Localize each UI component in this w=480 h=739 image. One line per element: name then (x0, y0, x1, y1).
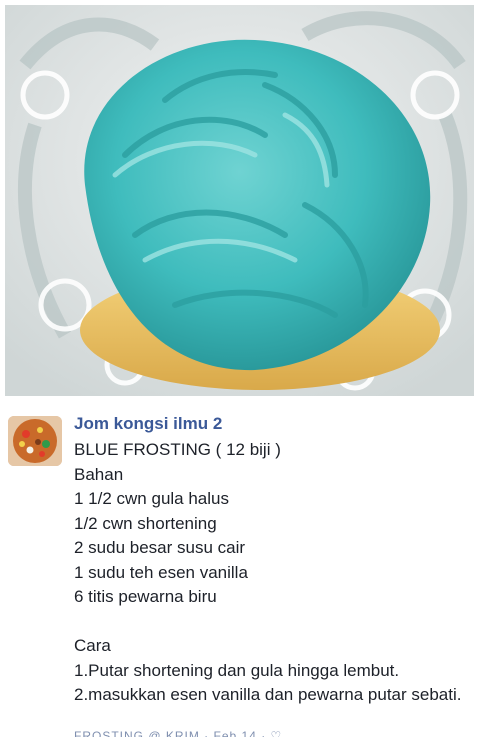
method-step: 1.Putar shortening dan gula hingga lembu… (74, 660, 400, 680)
facebook-post: Jom kongsi ilmu 2 BLUE FROSTING ( 12 bij… (0, 396, 480, 739)
ingredient-line: 6 titis pewarna biru (74, 587, 217, 606)
ingredient-line: 1 1/2 cwn gula halus (74, 489, 229, 508)
recipe-title: BLUE FROSTING ( 12 biji ) (74, 440, 281, 459)
ingredient-line: 1 sudu teh esen vanilla (74, 562, 248, 582)
post-footer-partial: FROSTING @ KRIM · Feb 14 · ♡ (74, 729, 283, 737)
ingredient-line: 1/2 cwn shortening (74, 513, 217, 533)
ingredient-line: 2 sudu besar susu cair (74, 538, 246, 557)
section-heading-method: Cara (74, 636, 111, 655)
method-step: 2.masukkan esen vanilla dan pewarna puta… (74, 685, 462, 704)
author-avatar[interactable] (8, 416, 62, 466)
cupcake-photo[interactable] (5, 5, 474, 396)
author-name-link[interactable]: Jom kongsi ilmu 2 (74, 414, 222, 434)
post-body: BLUE FROSTING ( 12 biji ) Bahan 1 1/2 cw… (74, 438, 470, 708)
section-heading-ingredients: Bahan (74, 464, 124, 484)
